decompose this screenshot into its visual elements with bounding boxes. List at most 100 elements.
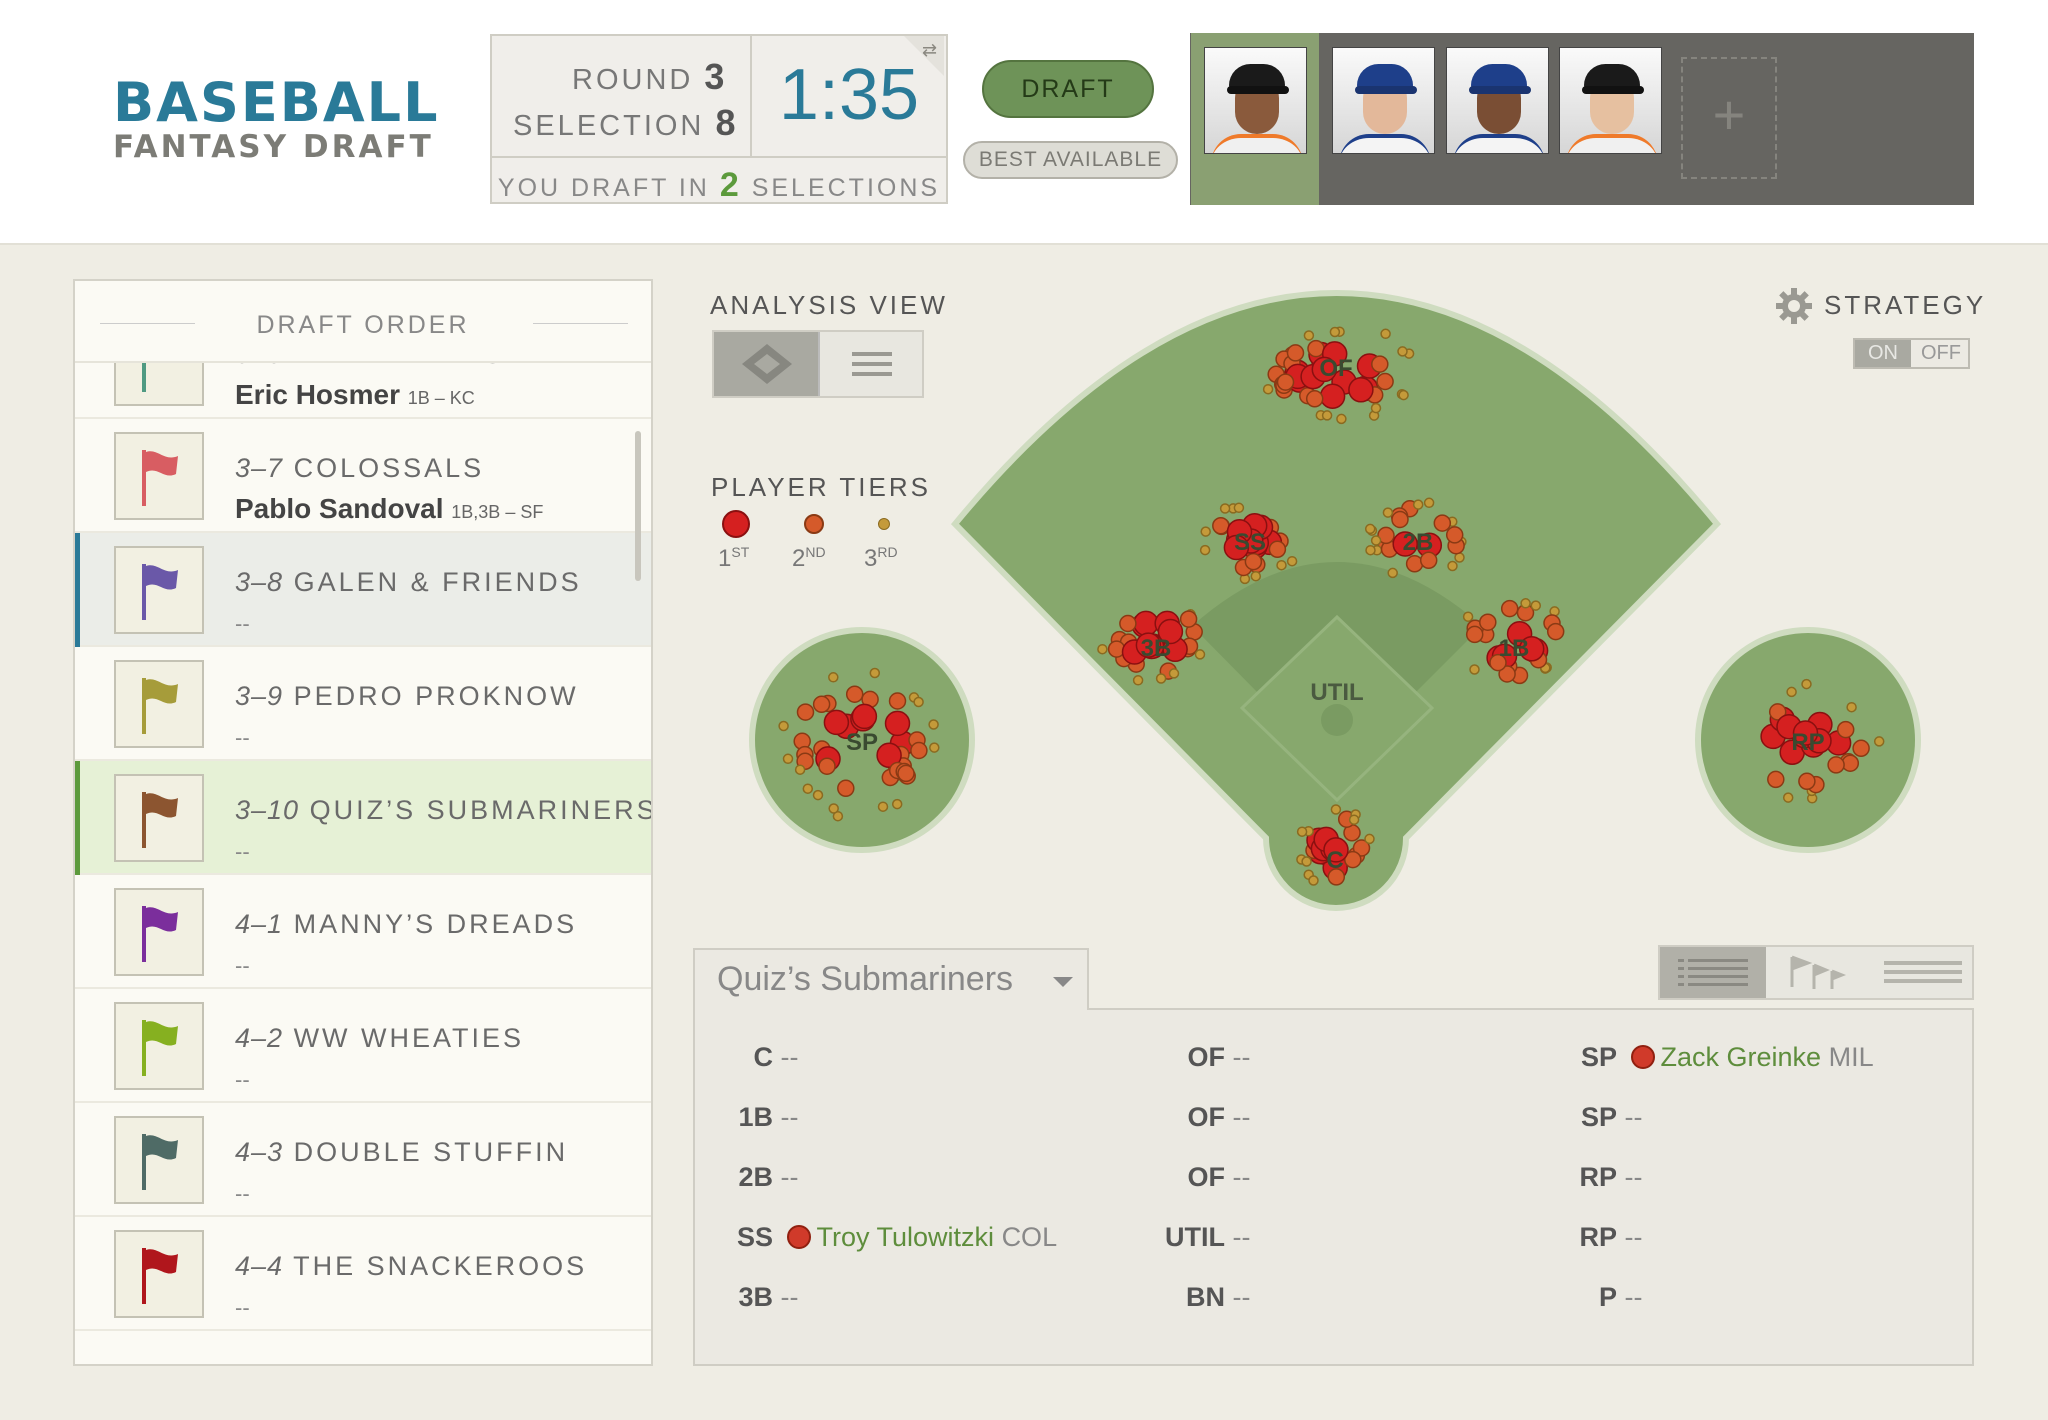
player-dot[interactable] — [1194, 649, 1206, 660]
player-dot[interactable] — [1233, 502, 1245, 514]
player-dot[interactable] — [1179, 610, 1198, 628]
player-dot[interactable] — [1798, 772, 1816, 791]
player-dot[interactable] — [802, 783, 814, 794]
player-dot[interactable] — [1371, 355, 1389, 373]
player-dot[interactable] — [1199, 544, 1211, 556]
roster-slot[interactable]: 3B -- — [713, 1282, 798, 1313]
player-dot[interactable] — [1303, 330, 1315, 341]
player-dot[interactable] — [1465, 625, 1484, 644]
roster-slot[interactable]: SS Troy Tulowitzki COL — [713, 1222, 1057, 1253]
roster-slot[interactable]: UTIL -- — [1135, 1222, 1251, 1253]
player-dot[interactable] — [1530, 600, 1542, 611]
player-dot[interactable] — [1836, 720, 1855, 739]
player-dot[interactable] — [869, 667, 881, 679]
player-dot[interactable] — [891, 798, 903, 810]
player-dot[interactable] — [1168, 668, 1180, 679]
player-dot[interactable] — [1219, 503, 1231, 514]
roster-slot[interactable]: P -- — [1527, 1282, 1643, 1313]
roster-slot[interactable]: OF -- — [1135, 1102, 1251, 1133]
player-dot[interactable] — [1873, 736, 1885, 747]
player-dot[interactable] — [1262, 383, 1274, 395]
player-dot[interactable] — [1296, 826, 1308, 837]
player-dot[interactable] — [1479, 613, 1497, 631]
draft-order-row[interactable]: 4–4 THE SNACKEROOS -- — [75, 1217, 651, 1331]
player-dot[interactable] — [913, 696, 924, 708]
player-dot[interactable] — [1398, 389, 1409, 401]
player-dot[interactable] — [1370, 535, 1382, 546]
player-dot[interactable] — [837, 779, 855, 798]
player-dot[interactable] — [928, 719, 939, 730]
player-dot[interactable] — [1336, 413, 1347, 425]
player-dot[interactable] — [1132, 675, 1144, 686]
player-dot[interactable] — [1412, 499, 1424, 510]
player-dot[interactable] — [1097, 643, 1108, 655]
roster-slot[interactable]: BN -- — [1135, 1282, 1251, 1313]
player-dot[interactable] — [1133, 610, 1159, 637]
player-dot[interactable] — [1212, 516, 1230, 535]
player-dot[interactable] — [1423, 497, 1435, 509]
player-dot[interactable] — [1827, 756, 1845, 774]
roster-player-name[interactable]: Zack Greinke — [1661, 1042, 1822, 1072]
player-dot[interactable] — [1155, 673, 1167, 684]
player-dot[interactable] — [1380, 328, 1391, 340]
player-dot[interactable] — [1782, 792, 1794, 803]
player-dot[interactable] — [1397, 346, 1408, 357]
player-dot[interactable] — [1520, 598, 1531, 609]
player-dot[interactable] — [845, 685, 864, 703]
roster-slot[interactable]: 1B -- — [713, 1102, 798, 1133]
roster-list-view-button[interactable] — [1660, 947, 1766, 998]
player-dot[interactable] — [794, 764, 806, 775]
player-dot[interactable] — [1119, 614, 1137, 633]
roster-slot[interactable]: OF -- — [1135, 1042, 1251, 1073]
player-dot[interactable] — [1308, 875, 1319, 886]
player-dot[interactable] — [1330, 804, 1342, 815]
player-dot[interactable] — [1500, 599, 1519, 618]
roster-player-name[interactable]: Troy Tulowitzki — [817, 1222, 995, 1252]
player-dot[interactable] — [929, 742, 940, 753]
player-dot[interactable] — [1329, 326, 1341, 338]
player-dot[interactable] — [910, 741, 928, 760]
player-dot[interactable] — [1286, 344, 1305, 362]
draft-order-row[interactable]: 4–2 WW WHEATIES -- — [75, 989, 651, 1103]
player-dot[interactable] — [1301, 856, 1312, 867]
player-dot[interactable] — [812, 789, 824, 801]
player-dot[interactable] — [782, 753, 794, 765]
player-dot[interactable] — [1364, 523, 1376, 535]
player-dot[interactable] — [1305, 390, 1324, 408]
player-dot[interactable] — [823, 709, 850, 736]
roster-bars-view-button[interactable] — [1874, 947, 1972, 998]
chevron-down-icon[interactable] — [1053, 977, 1073, 987]
team-selector[interactable]: Quiz’s Submariners — [693, 948, 1089, 1010]
player-dot[interactable] — [1462, 611, 1474, 622]
roster-slot[interactable]: SP Zack Greinke MIL — [1527, 1042, 1874, 1073]
player-dot[interactable] — [1319, 383, 1346, 409]
player-dot[interactable] — [818, 757, 836, 775]
player-dot[interactable] — [1469, 664, 1480, 675]
player-dot[interactable] — [897, 764, 915, 783]
player-dot[interactable] — [1364, 833, 1375, 845]
player-dot[interactable] — [1250, 570, 1262, 582]
player-dot[interactable] — [1376, 372, 1394, 391]
player-dot[interactable] — [1244, 552, 1263, 571]
roster-slot[interactable]: RP -- — [1527, 1222, 1642, 1253]
player-dot[interactable] — [1445, 526, 1464, 544]
roster-slot[interactable]: SP -- — [1527, 1102, 1643, 1133]
player-dot[interactable] — [1841, 754, 1860, 772]
player-dot[interactable] — [828, 803, 839, 814]
roster-flags-view-button[interactable] — [1768, 947, 1872, 998]
player-dot[interactable] — [778, 720, 789, 732]
roster-slot[interactable]: C -- — [713, 1042, 799, 1073]
player-dot[interactable] — [828, 672, 839, 683]
player-dot[interactable] — [877, 801, 889, 812]
player-dot[interactable] — [1546, 622, 1565, 641]
roster-slot[interactable]: 2B -- — [713, 1162, 798, 1193]
player-dot[interactable] — [1846, 701, 1857, 713]
player-dot[interactable] — [1387, 567, 1398, 579]
player-dot[interactable] — [851, 703, 878, 730]
player-dot[interactable] — [1268, 540, 1287, 559]
player-dot[interactable] — [1286, 555, 1298, 567]
player-dot[interactable] — [888, 692, 907, 710]
player-dot[interactable] — [1321, 410, 1333, 421]
player-dot[interactable] — [812, 695, 831, 714]
player-dot[interactable] — [1382, 507, 1394, 518]
